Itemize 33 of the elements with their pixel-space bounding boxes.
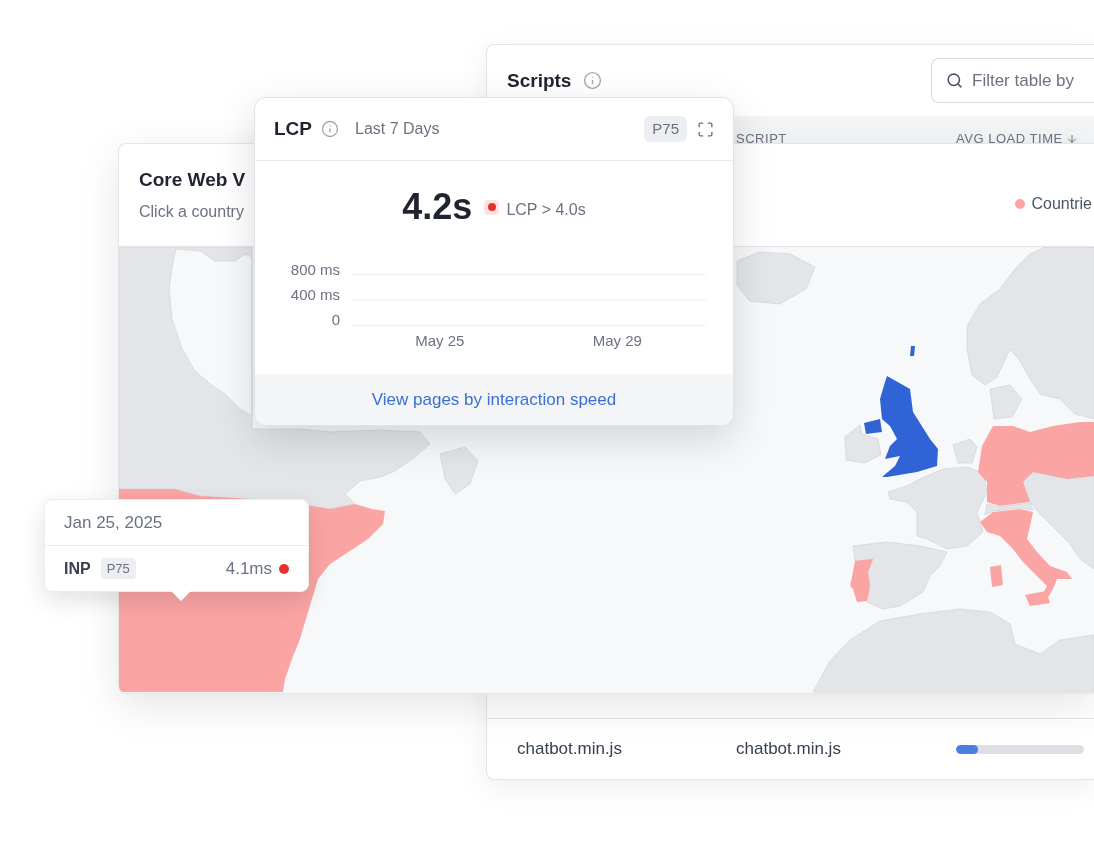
search-field[interactable]: Filter table by — [931, 58, 1094, 103]
tooltip-date: Jan 25, 2025 — [64, 511, 163, 534]
card-subtitle: Click a country — [139, 202, 245, 222]
highlighted-country-shape[interactable] — [850, 559, 873, 602]
x-axis-label: May 25 — [415, 331, 465, 349]
expand-icon[interactable] — [697, 120, 714, 138]
search-icon — [946, 72, 963, 89]
column-header[interactable]: SCRIPT — [736, 131, 787, 147]
sort-arrow-icon — [1065, 133, 1078, 145]
info-icon[interactable] — [583, 71, 603, 90]
y-axis-label: 0 — [331, 311, 340, 329]
selected-country-shape[interactable] — [864, 346, 938, 477]
country-shape[interactable] — [844, 424, 882, 464]
x-axis-label: May 29 — [592, 331, 642, 349]
card-title: Core Web V — [139, 168, 246, 192]
info-icon[interactable] — [321, 120, 339, 138]
country-shape[interactable] — [887, 466, 988, 550]
view-pages-link[interactable]: View pages by interaction speed — [371, 386, 617, 413]
metric-value: 4.2s — [402, 185, 473, 229]
percentile-badge: P75 — [100, 558, 136, 579]
column-header[interactable]: AVG LOAD TIME — [956, 131, 1078, 147]
table-cell: chatbot.min.js — [517, 739, 622, 759]
metric-title: LCP — [274, 116, 312, 141]
metric-name: INP — [64, 558, 91, 579]
percentile-badge: P75 — [644, 116, 687, 142]
y-axis-label: 400 ms — [290, 285, 340, 303]
legend-label: Countrie — [1031, 194, 1092, 214]
period-label: Last 7 Days — [355, 119, 440, 139]
y-axis-label: 800 ms — [290, 260, 340, 278]
metric-value: 4.1ms — [225, 557, 272, 580]
panel-title: Scripts — [507, 68, 572, 93]
table-cell: chatbot.min.js — [736, 739, 841, 759]
threshold-label: LCP > 4.0s — [506, 200, 586, 220]
